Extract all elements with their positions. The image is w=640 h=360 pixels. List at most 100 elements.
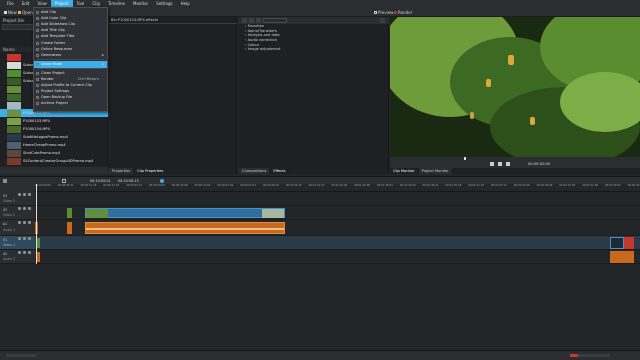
track-sublabel: Video 2 — [3, 213, 15, 217]
eye-icon[interactable] — [23, 221, 26, 224]
effects-menu-icon[interactable] — [380, 18, 385, 23]
flower-shape — [486, 79, 491, 87]
menu-separator — [37, 67, 105, 69]
tab-compositions[interactable]: Compositions — [239, 168, 271, 174]
clip-thumbnail — [262, 209, 284, 218]
track-menu-icon[interactable] — [3, 179, 7, 183]
mute-icon[interactable] — [28, 193, 31, 196]
track-header-v2[interactable]: V2 Video 2 — [0, 206, 35, 220]
menu-item[interactable]: Archive Project — [34, 100, 107, 107]
effect-category[interactable]: › Image adjustment — [239, 47, 389, 52]
record-icon[interactable] — [160, 179, 164, 183]
video-filter-icon[interactable] — [249, 18, 254, 23]
timeline-ruler[interactable]: 00:00:00:00 00:00:05:21 00:00:11:18 00:00:1… — [35, 184, 640, 192]
lock-icon[interactable] — [18, 251, 21, 254]
ruler-corner — [0, 184, 35, 192]
eye-icon[interactable] — [23, 237, 26, 240]
clip-properties-tabs: Properties Clip Properties — [109, 168, 168, 174]
audio-clip[interactable] — [37, 252, 40, 262]
mute-icon[interactable] — [28, 207, 31, 210]
timeline-clip[interactable] — [610, 237, 624, 249]
tab-properties[interactable]: Properties — [109, 168, 135, 174]
effects-panel: › Favorites › Alpha/Transform › Analysis a… — [239, 17, 389, 174]
bin-clip-item[interactable]: P1000153.MP4 — [0, 117, 108, 125]
mute-icon[interactable] — [28, 237, 31, 240]
forward-icon[interactable] — [506, 162, 510, 166]
ruler-tick-label: 00:00:35:06 — [171, 184, 188, 187]
track-sublabel: Audio 2 — [3, 257, 16, 261]
render-button[interactable]: Render — [392, 9, 414, 16]
timeline-clip[interactable] — [624, 237, 634, 249]
menu-item-label: Add Title Clip — [41, 28, 65, 33]
track-header-v3[interactable]: V3 Video 3 — [0, 192, 35, 206]
mute-icon[interactable] — [28, 221, 31, 224]
monitor-timecode[interactable]: 00:00:02:00 — [528, 161, 550, 167]
tab-clip-properties[interactable]: Clip Properties — [134, 168, 168, 174]
snap-icon[interactable] — [62, 179, 66, 183]
track-lane-v1[interactable] — [35, 236, 640, 250]
tab-project-monitor[interactable]: Project Monitor — [418, 168, 453, 174]
lock-icon[interactable] — [18, 237, 21, 240]
zoom-handle[interactable] — [570, 354, 578, 357]
clip-thumbnail — [7, 85, 21, 93]
play-icon[interactable] — [498, 162, 502, 166]
menu-item[interactable]: Generators ▸ — [34, 52, 107, 59]
ruler-tick-label: 00:00:05:21 — [57, 184, 74, 187]
mute-icon[interactable] — [28, 251, 31, 254]
tab-clip-monitor[interactable]: Clip Monitor — [390, 168, 419, 174]
bin-clip-item[interactable]: SubtitleLogosPromo.mp4 — [0, 133, 108, 141]
audio-clip[interactable] — [610, 251, 634, 263]
track-lane-a1[interactable] — [35, 220, 640, 236]
audio-filter-icon[interactable] — [256, 18, 261, 23]
bin-clip-item[interactable]: SVContentCreatorGroupVIDPromo.mp4 — [0, 157, 108, 165]
menu-help[interactable]: Help — [177, 0, 194, 8]
timeline-zoom-slider[interactable] — [570, 354, 610, 357]
audio-waveform — [86, 228, 284, 230]
menu-settings[interactable]: Settings — [152, 0, 176, 8]
ruler-tick-label: 00:01:04:15 — [285, 184, 302, 187]
track-lane-v3[interactable] — [35, 192, 640, 206]
bin-clip-item[interactable]: HomeCheapPromo.mp4 — [0, 141, 108, 149]
track-lane-a2[interactable] — [35, 250, 640, 264]
timeline-clip[interactable] — [67, 208, 72, 218]
clip-thumbnail — [7, 69, 21, 77]
star-icon[interactable] — [242, 18, 247, 23]
timeline-clip[interactable] — [85, 208, 285, 218]
open-button[interactable]: Open — [16, 9, 35, 16]
flower-shape — [470, 112, 474, 119]
bin-clip-item[interactable]: ShotCutePromo.mp4 — [0, 149, 108, 157]
clip-name: P1000153.MP4 — [23, 119, 50, 123]
eye-icon[interactable] — [23, 193, 26, 196]
track-header-v1[interactable]: V1 Video 1 — [0, 236, 35, 250]
ruler-tick-label: 00:00:00:00 — [35, 184, 51, 187]
clip-thumbnail — [7, 61, 21, 69]
timeline-playhead[interactable] — [36, 184, 37, 264]
bin-clip-item[interactable]: P1000154.MP4 — [0, 125, 108, 133]
track-sublabel: Audio 1 — [3, 228, 16, 232]
eye-icon[interactable] — [23, 251, 26, 254]
effects-search-input[interactable] — [263, 18, 287, 23]
lock-icon[interactable] — [18, 221, 21, 224]
track-header-a2[interactable]: A2 Audio 2 — [0, 250, 35, 264]
timeline-clip[interactable] — [37, 238, 40, 248]
track-lane-v2[interactable] — [35, 206, 640, 220]
lock-icon[interactable] — [18, 207, 21, 210]
clip-thumbnail — [7, 125, 21, 133]
menu-item[interactable]: Clean Mode ▸ — [34, 60, 107, 68]
audio-clip[interactable] — [85, 222, 285, 234]
rewind-icon[interactable] — [490, 162, 494, 166]
menu-item-label: Open Backup File — [41, 95, 73, 100]
track-sublabel: Video 3 — [3, 199, 15, 203]
clip-thumbnail — [7, 141, 21, 149]
menu-file[interactable]: File — [3, 0, 18, 8]
track-header-a1[interactable]: A1 Audio 1 — [0, 220, 35, 236]
zoom-slider[interactable] — [6, 354, 36, 357]
menu-edit[interactable]: Edit — [18, 0, 34, 8]
tab-effects[interactable]: Effects — [270, 168, 290, 174]
menu-monitor[interactable]: Monitor — [129, 0, 152, 8]
menu-item-label: Adjust Profile to Current Clip — [41, 83, 92, 88]
title-icon — [36, 29, 39, 33]
audio-clip[interactable] — [67, 222, 72, 234]
lock-icon[interactable] — [18, 193, 21, 196]
eye-icon[interactable] — [23, 207, 26, 210]
